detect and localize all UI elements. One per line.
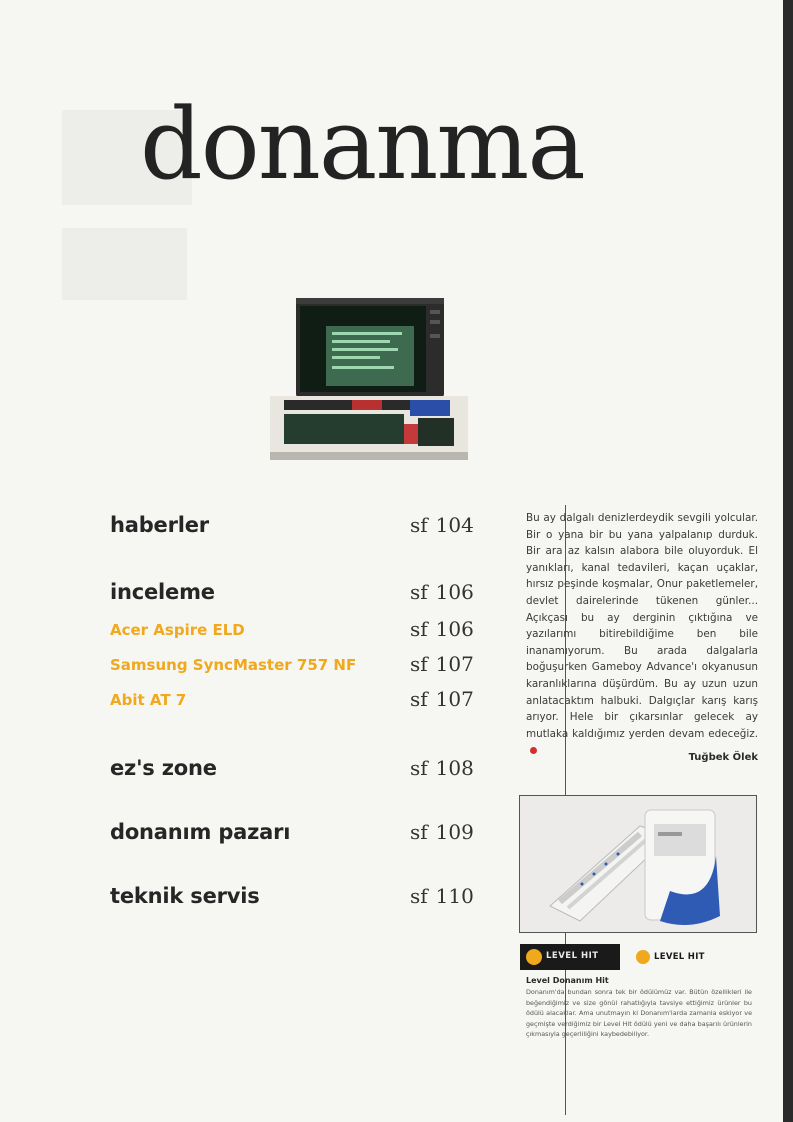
page-edge [783,0,793,1122]
toc-page-number: sf 109 [410,820,474,844]
level-hit-icon [526,949,542,965]
toc-entry-inceleme[interactable]: inceleme sf 106 [110,580,474,610]
toc-entry-haberler[interactable]: haberler sf 104 [110,513,474,543]
toc-page-number: sf 107 [410,652,474,676]
toc-page-number: sf 107 [410,687,474,711]
background-shape [62,228,187,300]
toc-page-number: sf 106 [410,580,474,604]
section-title: donanma [140,88,586,202]
toc-entry-donanim-pazari[interactable]: donanım pazarı sf 109 [110,820,474,850]
toc-label: haberler [110,513,209,537]
toc-page-number: sf 108 [410,756,474,780]
toc-entry-teknik-servis[interactable]: teknik servis sf 110 [110,884,474,914]
computer-case-illustration [520,796,756,932]
author-signature: Tuğbek Ölek [688,752,758,763]
product-image [519,795,757,933]
toc-label: teknik servis [110,884,260,908]
badge-label: LEVEL HIT [546,951,599,961]
toc-label: Samsung SyncMaster 757 NF [110,656,357,674]
badge-label: LEVEL HIT [654,952,705,962]
toc-page-number: sf 110 [410,884,474,908]
toc-label: ez's zone [110,756,217,780]
retro-computer-image [270,298,468,460]
toc-page-number: sf 106 [410,617,474,641]
toc-label: donanım pazarı [110,820,291,844]
toc-entry-samsung-syncmaster[interactable]: Samsung SyncMaster 757 NF sf 107 [110,652,474,682]
toc-label: Acer Aspire ELD [110,621,245,639]
toc-page-number: sf 104 [410,513,474,537]
toc-label: Abit AT 7 [110,691,187,709]
toc-entry-abit-at7[interactable]: Abit AT 7 sf 107 [110,687,474,717]
level-hit-badge-dark: LEVEL HIT [520,944,620,970]
level-hit-icon [636,950,650,964]
caption-title: Level Donanım Hit [526,976,609,985]
toc-label: inceleme [110,580,215,604]
caption-body: Donanım'da bundan sonra tek bir ödülümüz… [526,988,752,1038]
level-hit-badge-light: LEVEL HIT [636,948,746,968]
editorial-text: Bu ay dalgalı denizlerdeydik sevgili yol… [526,510,758,759]
toc-entry-ezs-zone[interactable]: ez's zone sf 108 [110,756,474,786]
toc-entry-acer-aspire[interactable]: Acer Aspire ELD sf 106 [110,617,474,647]
